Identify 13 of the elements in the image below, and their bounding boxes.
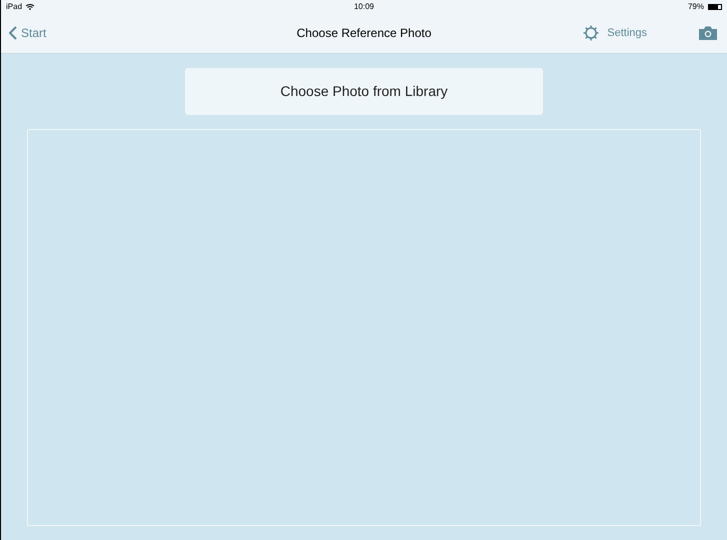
clock: 10:09 <box>354 0 374 12</box>
battery-percent: 79% <box>688 0 704 12</box>
wifi-icon <box>26 4 34 10</box>
camera-icon <box>699 26 718 40</box>
camera-button[interactable] <box>699 26 718 40</box>
settings-icon <box>583 25 600 41</box>
device-label: iPad <box>6 0 22 12</box>
choose-photo-button[interactable]: Choose Photo from Library <box>185 68 543 115</box>
battery-icon <box>708 4 722 10</box>
chevron-left-icon <box>9 26 17 40</box>
back-button[interactable]: Start <box>9 24 46 42</box>
settings-button[interactable]: Settings <box>583 24 648 42</box>
nav-title: Choose Reference Photo <box>296 25 432 42</box>
